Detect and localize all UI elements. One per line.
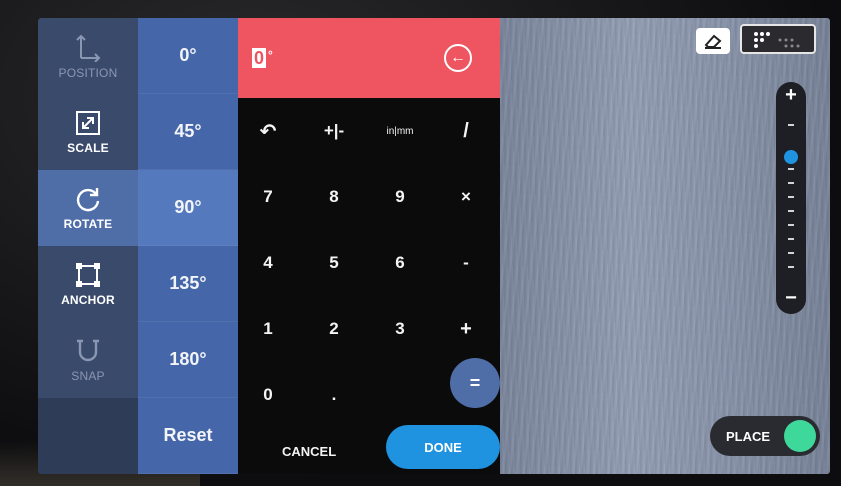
camera-preview[interactable]: + − PLACE (500, 18, 830, 474)
tool-position[interactable]: POSITION (38, 18, 138, 94)
zoom-tick (788, 182, 794, 184)
angle-45-button[interactable]: 45° (138, 94, 238, 170)
angle-0-button[interactable]: 0° (138, 18, 238, 94)
divide-key[interactable]: / (436, 108, 496, 154)
tool-label: ANCHOR (61, 293, 115, 307)
zoom-tick (788, 196, 794, 198)
tool-snap[interactable]: SNAP (38, 322, 138, 398)
angle-180-button[interactable]: 180° (138, 322, 238, 398)
zoom-in-button[interactable]: + (776, 84, 806, 107)
zoom-tick (788, 266, 794, 268)
key-2[interactable]: 2 (304, 306, 364, 352)
keypad: ↶ +|- in|mm / 7 8 9 × 4 5 6 - 1 2 3 + 0 … (238, 98, 500, 474)
tool-sidebar: POSITION SCALE ROTATE ANCHOR SNAP (38, 18, 138, 474)
decimal-key[interactable]: . (304, 372, 364, 418)
anchor-icon (76, 263, 100, 287)
key-3[interactable]: 3 (370, 306, 430, 352)
key-5[interactable]: 5 (304, 240, 364, 286)
arrow-left-icon: ← (450, 49, 466, 66)
device-screen: POSITION SCALE ROTATE ANCHOR SNAP 0° 45°… (38, 18, 830, 474)
zoom-tick (788, 252, 794, 254)
eraser-icon (704, 34, 722, 49)
grid-dots-icon (754, 32, 800, 48)
cancel-button[interactable]: CANCEL (282, 444, 336, 459)
undo-key[interactable]: ↶ (238, 108, 298, 154)
zoom-out-button[interactable]: − (776, 287, 806, 310)
zoom-tick (788, 238, 794, 240)
zoom-tick (788, 168, 794, 170)
position-icon (76, 34, 101, 62)
equals-button[interactable]: = (450, 358, 500, 408)
value-text: 0 (252, 48, 267, 68)
zoom-tick (788, 210, 794, 212)
tool-empty-slot (38, 398, 138, 474)
tool-label: SNAP (71, 369, 105, 383)
key-9[interactable]: 9 (370, 174, 430, 220)
grid-toggle-button[interactable] (740, 24, 816, 54)
minus-key[interactable]: - (436, 240, 496, 286)
scale-icon (76, 111, 100, 135)
value-unit: ° (268, 48, 273, 62)
tool-anchor[interactable]: ANCHOR (38, 246, 138, 322)
zoom-tick (788, 124, 794, 126)
sign-toggle-key[interactable]: +|- (304, 108, 364, 154)
key-0[interactable]: 0 (238, 372, 298, 418)
place-label: PLACE (726, 428, 771, 444)
tool-label: SCALE (67, 141, 109, 155)
reset-button[interactable]: Reset (138, 398, 238, 474)
tool-label: POSITION (58, 66, 118, 80)
zoom-knob[interactable] (784, 150, 798, 164)
key-8[interactable]: 8 (304, 174, 364, 220)
tool-scale[interactable]: SCALE (38, 94, 138, 170)
unit-toggle-key[interactable]: in|mm (370, 108, 430, 154)
angle-presets: 0° 45° 90° 135° 180° Reset (138, 18, 238, 474)
done-button[interactable]: DONE (386, 425, 500, 469)
plus-key[interactable]: + (436, 306, 496, 352)
backspace-button[interactable]: ← (444, 44, 472, 72)
rotate-icon (76, 188, 100, 212)
snap-icon (77, 339, 99, 362)
place-toggle-switch[interactable] (784, 420, 816, 452)
zoom-slider[interactable]: + − (776, 82, 806, 314)
key-4[interactable]: 4 (238, 240, 298, 286)
multiply-key[interactable]: × (436, 174, 496, 220)
tool-label: ROTATE (63, 217, 113, 231)
key-1[interactable]: 1 (238, 306, 298, 352)
value-readout[interactable]: 0 ° (252, 48, 273, 69)
value-display: 0 ° ← (238, 18, 500, 98)
angle-135-button[interactable]: 135° (138, 246, 238, 322)
zoom-tick (788, 224, 794, 226)
tool-rotate[interactable]: ROTATE (38, 170, 138, 246)
key-6[interactable]: 6 (370, 240, 430, 286)
eraser-button[interactable] (696, 28, 730, 54)
key-7[interactable]: 7 (238, 174, 298, 220)
place-toggle[interactable]: PLACE (710, 416, 820, 456)
angle-90-button[interactable]: 90° (138, 170, 238, 246)
